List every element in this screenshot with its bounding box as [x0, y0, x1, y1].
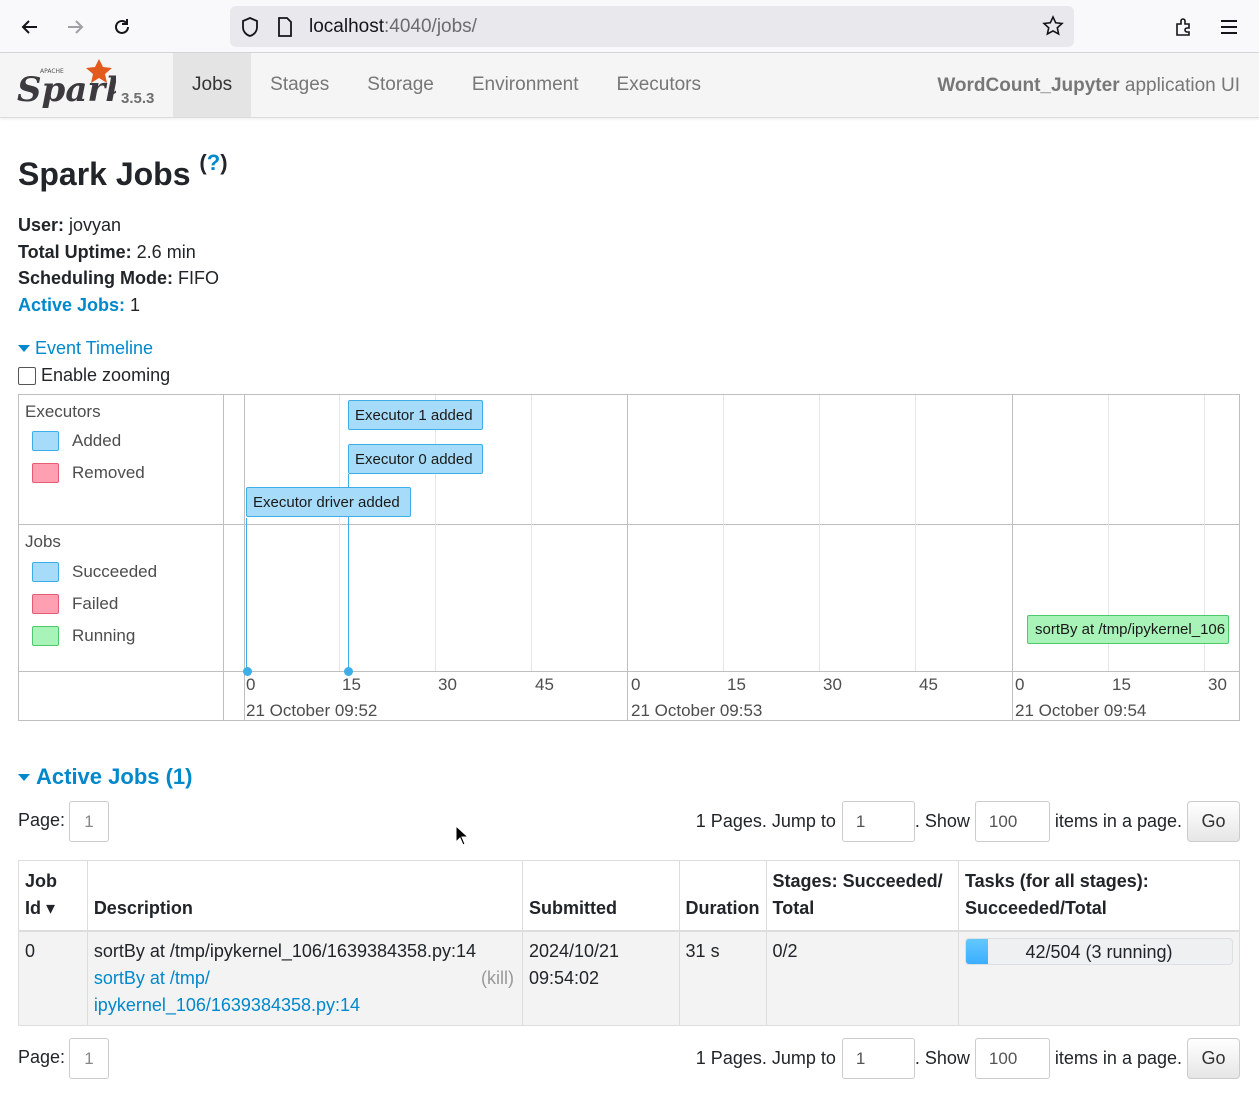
- help-link[interactable]: (?): [199, 150, 227, 175]
- legend-job-succeeded: Succeeded: [32, 562, 157, 582]
- active-jobs-table: Job Id ▾ Description Submitted Duration S…: [18, 860, 1240, 1026]
- time-major-label: 21 October 09:53: [631, 701, 763, 720]
- tick-label: 0: [631, 675, 641, 694]
- reload-icon[interactable]: [107, 12, 137, 42]
- svg-text:Spark: Spark: [17, 70, 116, 109]
- application-title: WordCount_Jupyter application UI: [937, 75, 1240, 96]
- legend-executor-added: Added: [32, 431, 121, 451]
- summary-scheduling-mode: Scheduling Mode: FIFO: [18, 268, 219, 289]
- page-number-button[interactable]: 1: [69, 801, 109, 842]
- time-major-label: 21 October 09:52: [246, 701, 378, 720]
- duration-cell: 31 s: [678, 930, 767, 1026]
- page-title: Spark Jobs (?): [18, 150, 228, 192]
- legend-job-running: Running: [32, 626, 135, 646]
- column-header-submitted[interactable]: Submitted: [521, 860, 680, 932]
- event-timeline-toggle[interactable]: Event Timeline: [18, 338, 153, 359]
- executor-1-added-event[interactable]: Executor 1 added: [348, 400, 483, 430]
- executor-driver-added-event[interactable]: Executor driver added: [246, 487, 411, 517]
- tick-label: 45: [535, 675, 554, 694]
- job-summary: User: jovyan Total Uptime: 2.6 min Sched…: [18, 212, 219, 318]
- tick-label: 30: [1208, 675, 1227, 694]
- spark-logo[interactable]: APACHE Spark: [16, 57, 129, 114]
- tab-storage[interactable]: Storage: [348, 53, 453, 117]
- legend-executor-removed: Removed: [32, 463, 145, 483]
- tick-label: 0: [1015, 675, 1025, 694]
- back-icon[interactable]: [15, 12, 45, 42]
- forward-icon[interactable]: [60, 12, 90, 42]
- job-detail-link[interactable]: sortBy at /tmp/ipykernel_106/1639384358.…: [94, 968, 360, 1015]
- column-header-stages[interactable]: Stages: Succeeded/Total: [765, 860, 960, 932]
- summary-user: User: jovyan: [18, 215, 122, 235]
- description-cell: sortBy at /tmp/ipykernel_106/1639384358.…: [86, 930, 523, 1026]
- expand-triangle-icon: [18, 773, 30, 781]
- url-bar[interactable]: localhost:4040/jobs/: [230, 6, 1074, 47]
- page-icon: [277, 17, 293, 42]
- event-timeline[interactable]: Executors Added Removed Jobs Succeeded F…: [18, 394, 1240, 721]
- menu-icon[interactable]: [1214, 12, 1244, 42]
- page-size-input[interactable]: 100: [974, 1038, 1050, 1079]
- tab-executors[interactable]: Executors: [598, 53, 720, 117]
- extensions-icon[interactable]: [1168, 12, 1198, 42]
- browser-toolbar: localhost:4040/jobs/: [0, 0, 1259, 53]
- pagination-bottom: Page: 1 1 Pages. Jump to 1 . Show 100 it…: [18, 1038, 1240, 1080]
- summary-uptime: Total Uptime: 2.6 min: [18, 241, 196, 262]
- tab-jobs[interactable]: Jobs: [173, 53, 252, 117]
- tick-label: 15: [1112, 675, 1131, 694]
- jump-to-page-input[interactable]: 1: [841, 1038, 915, 1079]
- tab-stages[interactable]: Stages: [251, 53, 348, 117]
- summary-active-jobs: Active Jobs: 1: [18, 294, 141, 315]
- job-id-cell: 0: [18, 930, 88, 1026]
- submitted-cell: 2024/10/21 09:54:02: [521, 930, 680, 1026]
- spark-navbar: APACHE Spark 3.5.3 Jobs Stages Storage E…: [0, 53, 1259, 118]
- table-row: 0 sortBy at /tmp/ipykernel_106/163938435…: [18, 930, 1240, 1026]
- tab-environment[interactable]: Environment: [453, 53, 598, 117]
- expand-triangle-icon: [18, 345, 30, 352]
- go-button[interactable]: Go: [1187, 801, 1240, 842]
- stages-cell: 0/2: [765, 930, 960, 1026]
- zoom-checkbox[interactable]: [18, 366, 36, 385]
- enable-zooming[interactable]: Enable zooming: [18, 365, 170, 386]
- active-jobs-toggle[interactable]: Active Jobs (1): [18, 764, 193, 790]
- tick-label: 30: [823, 675, 842, 694]
- running-job-bar[interactable]: sortBy at /tmp/ipykernel_106: [1027, 615, 1229, 644]
- column-header-job-id[interactable]: Job Id ▾: [18, 860, 88, 932]
- page-number-button[interactable]: 1: [69, 1038, 109, 1079]
- tasks-progress-bar: 42/504 (3 running): [965, 938, 1233, 965]
- pagination-top: Page: 1 1 Pages. Jump to 1 . Show 100 it…: [18, 801, 1240, 843]
- executors-group-label: Executors: [25, 402, 101, 421]
- tick-label: 15: [342, 675, 361, 694]
- tick-label: 15: [727, 675, 746, 694]
- bookmark-star-icon[interactable]: [1042, 15, 1064, 42]
- time-major-label: 21 October 09:54: [1015, 701, 1147, 720]
- tick-label: 30: [438, 675, 457, 694]
- jobs-group-label: Jobs: [25, 532, 61, 551]
- go-button[interactable]: Go: [1187, 1038, 1240, 1079]
- tick-label: 45: [919, 675, 938, 694]
- kill-job-link[interactable]: (kill): [481, 965, 514, 992]
- column-header-description[interactable]: Description: [86, 860, 523, 932]
- url-text: localhost:4040/jobs/: [309, 16, 477, 37]
- tasks-cell: 42/504 (3 running): [958, 930, 1240, 1026]
- column-header-tasks[interactable]: Tasks (for all stages): Succeeded/Total: [958, 860, 1240, 932]
- tick-label: 0: [246, 675, 256, 694]
- executor-0-added-event[interactable]: Executor 0 added: [348, 444, 483, 474]
- shield-icon[interactable]: [240, 16, 260, 43]
- page-size-input[interactable]: 100: [974, 801, 1050, 842]
- nav-tabs: Jobs Stages Storage Environment Executor…: [173, 53, 720, 117]
- column-header-duration[interactable]: Duration: [678, 860, 767, 932]
- jump-to-page-input[interactable]: 1: [841, 801, 915, 842]
- mouse-cursor-icon: [455, 824, 470, 851]
- legend-job-failed: Failed: [32, 594, 118, 614]
- active-jobs-link[interactable]: Active Jobs:: [18, 295, 125, 315]
- spark-version: 3.5.3: [121, 90, 155, 107]
